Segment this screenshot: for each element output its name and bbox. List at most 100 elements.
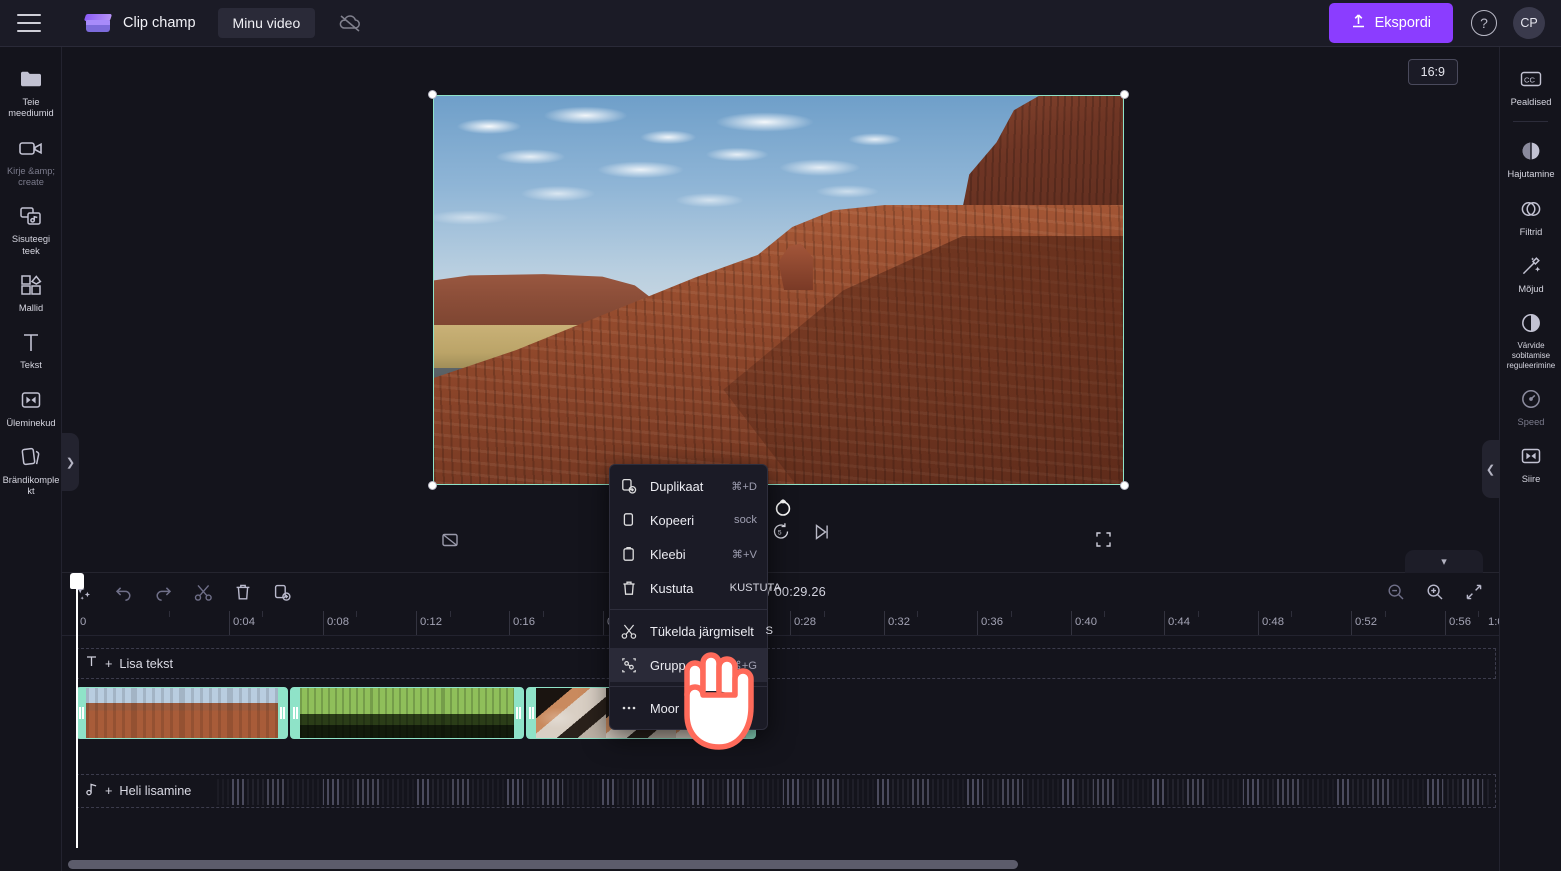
aspect-ratio-badge[interactable]: 16:9 bbox=[1407, 59, 1458, 85]
chevron-down-icon: ▾ bbox=[1441, 556, 1447, 568]
sidebar-item-text[interactable]: Tekst bbox=[0, 320, 62, 377]
context-menu-item-copy[interactable]: Kopeeri sock bbox=[610, 503, 767, 537]
cloud-off-icon[interactable] bbox=[337, 10, 363, 36]
resize-handle-top-right[interactable] bbox=[1120, 90, 1129, 99]
zoom-out-icon[interactable] bbox=[1387, 583, 1405, 601]
clip-trim-handle-left[interactable] bbox=[77, 688, 86, 738]
timeline-clip-hills[interactable] bbox=[290, 687, 524, 739]
sidebar-item-captions[interactable]: CC Pealdised bbox=[1500, 57, 1561, 114]
zoom-in-icon[interactable] bbox=[1426, 583, 1444, 601]
undo-button[interactable] bbox=[114, 583, 133, 601]
collapse-right-panel-button[interactable]: ❮ bbox=[1482, 440, 1499, 498]
clip-thumbnail bbox=[86, 688, 134, 738]
brand-kit-icon bbox=[2, 444, 60, 470]
video-preview[interactable] bbox=[433, 95, 1124, 485]
rewind-5-icon[interactable]: 5 bbox=[771, 522, 790, 541]
ruler-tick-label: 0:08 bbox=[327, 616, 349, 628]
sidebar-item-label: Siire bbox=[1521, 473, 1541, 484]
scrollbar-thumb[interactable] bbox=[68, 860, 1018, 869]
sidebar-item-color-adjust[interactable]: Värvide sobitamise reguleerimine bbox=[1500, 301, 1561, 376]
brand-logo-group[interactable]: Clip champ bbox=[83, 11, 196, 35]
timeline-clip-canyon[interactable] bbox=[76, 687, 288, 739]
clip-trim-handle-right[interactable] bbox=[278, 688, 287, 738]
sidebar-item-label: Kirje &amp; create bbox=[6, 165, 56, 187]
expand-left-panel-button[interactable]: ❯ bbox=[62, 433, 79, 491]
video-camera-icon bbox=[2, 135, 60, 161]
audio-track-add-row[interactable]: + Heli lisamine bbox=[76, 774, 1496, 808]
timeline-zoom-controls bbox=[1387, 583, 1483, 601]
audio-waveform bbox=[217, 779, 1491, 805]
fullscreen-icon[interactable] bbox=[1095, 531, 1112, 553]
sidebar-item-filters[interactable]: Filtrid bbox=[1500, 187, 1561, 244]
context-menu-item-paste[interactable]: Kleebi ⌘+V bbox=[610, 537, 767, 571]
clip-trim-handle-right[interactable] bbox=[514, 688, 523, 738]
context-menu-label: Kopeeri bbox=[650, 512, 695, 528]
resize-handle-bottom-left[interactable] bbox=[428, 481, 437, 490]
sidebar-item-transition[interactable]: Siire bbox=[1500, 434, 1561, 491]
redo-button[interactable] bbox=[154, 583, 173, 601]
paste-icon bbox=[621, 546, 641, 563]
timeline-horizontal-scrollbar[interactable] bbox=[62, 860, 1499, 869]
context-menu-item-split[interactable]: Tükelda järgmiselt S bbox=[610, 614, 773, 648]
context-menu-item-duplicate[interactable]: Duplikaat ⌘+D bbox=[610, 469, 767, 503]
context-menu-label: Duplikaat bbox=[650, 478, 704, 494]
copy-icon bbox=[621, 512, 641, 529]
context-menu-item-more[interactable]: Moor bbox=[610, 691, 767, 725]
resize-handle-bottom-right[interactable] bbox=[1120, 481, 1129, 490]
templates-grid-icon bbox=[2, 272, 60, 298]
project-tab[interactable]: Minu video bbox=[217, 8, 316, 38]
sidebar-item-record-create[interactable]: Kirje &amp; create bbox=[0, 126, 62, 195]
add-audio-plus: + bbox=[105, 784, 113, 798]
sidebar-item-label: Brändikomplekt bbox=[2, 474, 60, 497]
ruler-tick-label: 0:28 bbox=[794, 616, 816, 628]
export-button[interactable]: Ekspordi bbox=[1328, 3, 1453, 43]
rail-divider bbox=[1513, 121, 1548, 123]
delete-button[interactable] bbox=[234, 583, 252, 602]
context-menu-shortcut: ⌘+D bbox=[731, 480, 757, 493]
clip-thumbnail bbox=[134, 688, 182, 738]
filters-icon bbox=[1502, 196, 1560, 222]
upload-icon bbox=[1351, 13, 1366, 33]
brand-name: Clip champ bbox=[123, 15, 196, 31]
duplicate-icon bbox=[621, 478, 641, 495]
sidebar-item-content-library[interactable]: Sisuteegi teek bbox=[0, 194, 62, 263]
clip-trim-handle-left[interactable] bbox=[527, 688, 536, 738]
sidebar-item-fade[interactable]: Hajutamine bbox=[1500, 129, 1561, 186]
ruler-tick-label: 0:16 bbox=[513, 616, 535, 628]
ruler-tick-label: 0:52 bbox=[1355, 616, 1377, 628]
context-menu-shortcut: sock bbox=[733, 514, 757, 526]
next-frame-icon[interactable] bbox=[813, 523, 830, 541]
clip-trim-handle-left[interactable] bbox=[291, 688, 300, 738]
split-button[interactable] bbox=[194, 583, 213, 602]
sidebar-item-templates[interactable]: Mallid bbox=[0, 263, 62, 320]
svg-text:5: 5 bbox=[777, 530, 781, 537]
help-icon[interactable]: ? bbox=[1471, 10, 1497, 36]
context-menu-label: Kleebi bbox=[650, 546, 686, 562]
sidebar-item-transitions[interactable]: Üleminekud bbox=[0, 378, 62, 435]
context-menu-label: Moor bbox=[650, 700, 680, 716]
duplicate-button[interactable] bbox=[273, 583, 292, 602]
closed-caption-icon: CC bbox=[1502, 66, 1560, 92]
rotate-handle-icon[interactable] bbox=[773, 498, 793, 523]
sidebar-item-brand-kit[interactable]: Brändikomplekt bbox=[0, 435, 62, 504]
ruler-tick-label: 0:12 bbox=[420, 616, 442, 628]
text-track-add-row[interactable]: + Lisa tekst bbox=[76, 648, 1496, 679]
collapse-timeline-button[interactable]: ▾ bbox=[1405, 550, 1483, 573]
context-menu-item-group[interactable]: Grupp ⌘+G bbox=[610, 648, 767, 682]
sidebar-item-effects[interactable]: Mõjud bbox=[1500, 244, 1561, 301]
trash-icon bbox=[621, 580, 641, 597]
playhead[interactable] bbox=[70, 573, 84, 848]
resize-handle-top-left[interactable] bbox=[428, 90, 437, 99]
context-menu-shortcut: ⌘+V bbox=[731, 548, 757, 561]
timeline-ruler[interactable]: 0 0:04 0:08 0:12 0:16 0:20 0:24 0:28 0:3 bbox=[62, 611, 1499, 636]
sidebar-item-speed[interactable]: Speed bbox=[1500, 377, 1561, 434]
fit-to-screen-icon[interactable] bbox=[1465, 583, 1483, 601]
sidebar-item-your-media[interactable]: Teie meediumid bbox=[0, 57, 62, 126]
context-menu-item-delete[interactable]: Kustuta KUSTUTA bbox=[610, 571, 781, 605]
speedometer-icon bbox=[1502, 386, 1560, 412]
svg-text:CC: CC bbox=[1524, 75, 1535, 84]
hamburger-icon[interactable] bbox=[17, 14, 41, 32]
crop-off-icon[interactable] bbox=[440, 531, 460, 554]
preview-stage: 16:9 5 bbox=[62, 47, 1499, 572]
avatar[interactable]: CP bbox=[1513, 7, 1545, 39]
